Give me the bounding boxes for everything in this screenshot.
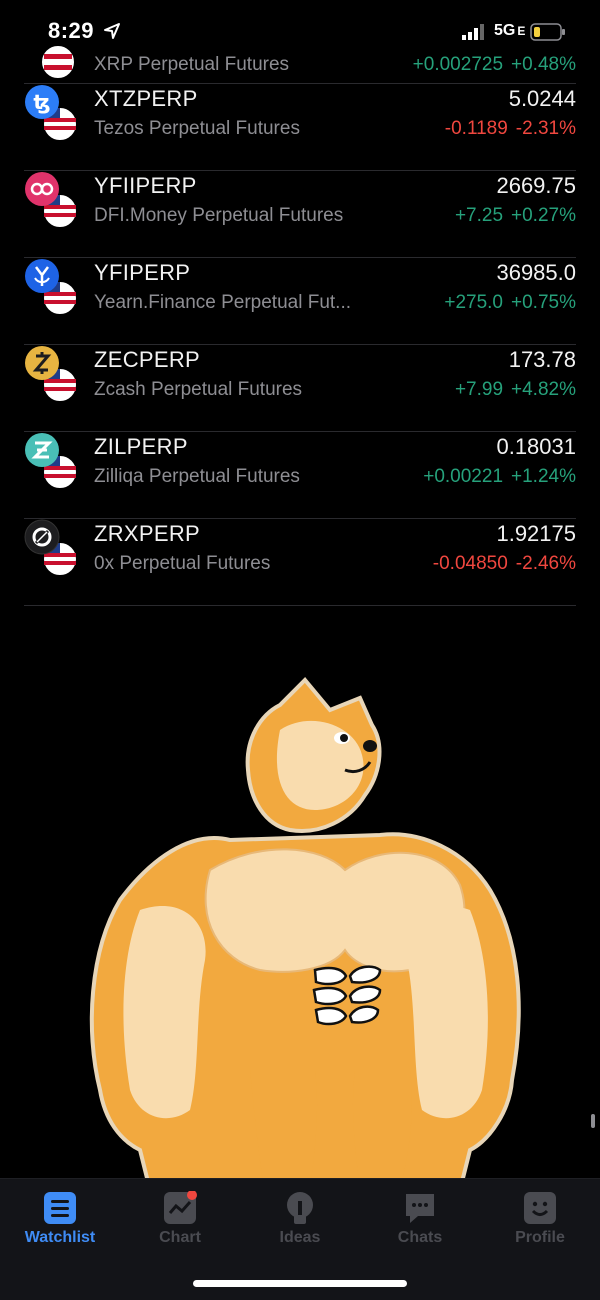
watchlist-row-zecperp[interactable]: ZECPERP 173.78 Zcash Perpetual Futures +… [24, 345, 576, 432]
tab-watchlist[interactable]: Watchlist [0, 1191, 120, 1247]
battery-icon [530, 23, 565, 41]
0x-icon [24, 519, 78, 577]
dfi-money-icon [25, 172, 78, 229]
price-change: -0.1189 -2.31% [444, 118, 576, 139]
chart-icon [164, 1191, 197, 1224]
price-change: -0.04850 -2.46% [432, 553, 576, 574]
instrument-symbol: ZECPERP [94, 347, 201, 372]
watchlist-row-zrxperp[interactable]: ZRXPERP 1.92175 0x Perpetual Futures -0.… [24, 519, 576, 606]
watchlist-row-yfiiperp[interactable]: YFIIPERP 2669.75 DFI.Money Perpetual Fut… [24, 171, 576, 258]
signal-bars-icon [462, 24, 484, 40]
last-price: 36985.0 [496, 260, 576, 285]
home-indicator[interactable] [193, 1280, 407, 1287]
instrument-symbol: XTZPERP [94, 86, 198, 111]
chats-icon [406, 1194, 434, 1223]
last-price: 173.78 [508, 347, 576, 372]
tab-label: Chats [397, 1229, 443, 1246]
instrument-name: Yearn.Finance Perpetual Fut... [94, 292, 352, 313]
watchlist: XRP Perpetual Futures +0.002725 +0.48% ꜩ … [0, 44, 600, 606]
tezos-icon: ꜩ [25, 85, 78, 142]
buff-doge-illustration [89, 677, 521, 1190]
profile-icon [524, 1192, 556, 1224]
price-change: +7.99 +4.82% [454, 379, 576, 400]
tab-label: Watchlist [24, 1229, 96, 1246]
last-price: 0.18031 [496, 434, 576, 459]
instrument-name: Zilliqa Perpetual Futures [94, 466, 300, 487]
last-price: 2669.75 [496, 173, 576, 198]
tab-ideas[interactable]: Ideas [240, 1191, 360, 1247]
price-change: +275.0 +0.75% [444, 292, 576, 313]
watchlist-row-xtzperp[interactable]: ꜩ XTZPERP 5.0244 Tezos Perpetual Futures… [24, 84, 576, 171]
instrument-name: Zcash Perpetual Futures [94, 379, 303, 400]
yearn-finance-icon [25, 259, 78, 316]
tab-label: Chart [159, 1229, 201, 1246]
watchlist-row-xrp[interactable]: XRP Perpetual Futures +0.002725 +0.48% [24, 44, 576, 84]
instrument-symbol: ZRXPERP [94, 521, 201, 546]
zcash-icon [25, 346, 78, 403]
tab-chats[interactable]: Chats [360, 1191, 480, 1247]
network-type: 5G E [494, 22, 526, 39]
svg-text:ꜩ: ꜩ [33, 90, 50, 114]
instrument-name: XRP Perpetual Futures [94, 54, 290, 75]
location-arrow-icon [104, 23, 120, 39]
status-bar: 8:29 5G E [0, 0, 600, 62]
tab-profile[interactable]: Profile [480, 1191, 600, 1247]
instrument-name: Tezos Perpetual Futures [94, 118, 300, 139]
price-change: +7.25 +0.27% [454, 205, 576, 226]
scroll-indicator[interactable] [591, 1114, 595, 1128]
instrument-name: 0x Perpetual Futures [94, 553, 271, 574]
price-change: +0.002725 +0.48% [412, 54, 576, 75]
tab-label: Profile [515, 1229, 565, 1246]
instrument-symbol: ZILPERP [94, 434, 188, 459]
instrument-symbol: YFIPERP [94, 260, 191, 285]
tab-chart[interactable]: Chart [120, 1191, 240, 1247]
xrp-coin-icon [40, 44, 76, 80]
instrument-symbol: YFIIPERP [94, 173, 197, 198]
watchlist-icon [44, 1192, 76, 1224]
last-price: 1.92175 [496, 521, 576, 546]
instrument-name: DFI.Money Perpetual Futures [94, 205, 344, 226]
price-change: +0.00221 +1.24% [423, 466, 576, 487]
zilliqa-icon [25, 433, 78, 490]
ideas-icon [287, 1192, 313, 1224]
watchlist-row-yfiperp[interactable]: YFIPERP 36985.0 Yearn.Finance Perpetual … [24, 258, 576, 345]
tab-label: Ideas [279, 1229, 321, 1246]
last-price: 5.0244 [508, 86, 576, 111]
watchlist-row-zilperp[interactable]: ZILPERP 0.18031 Zilliqa Perpetual Future… [24, 432, 576, 519]
